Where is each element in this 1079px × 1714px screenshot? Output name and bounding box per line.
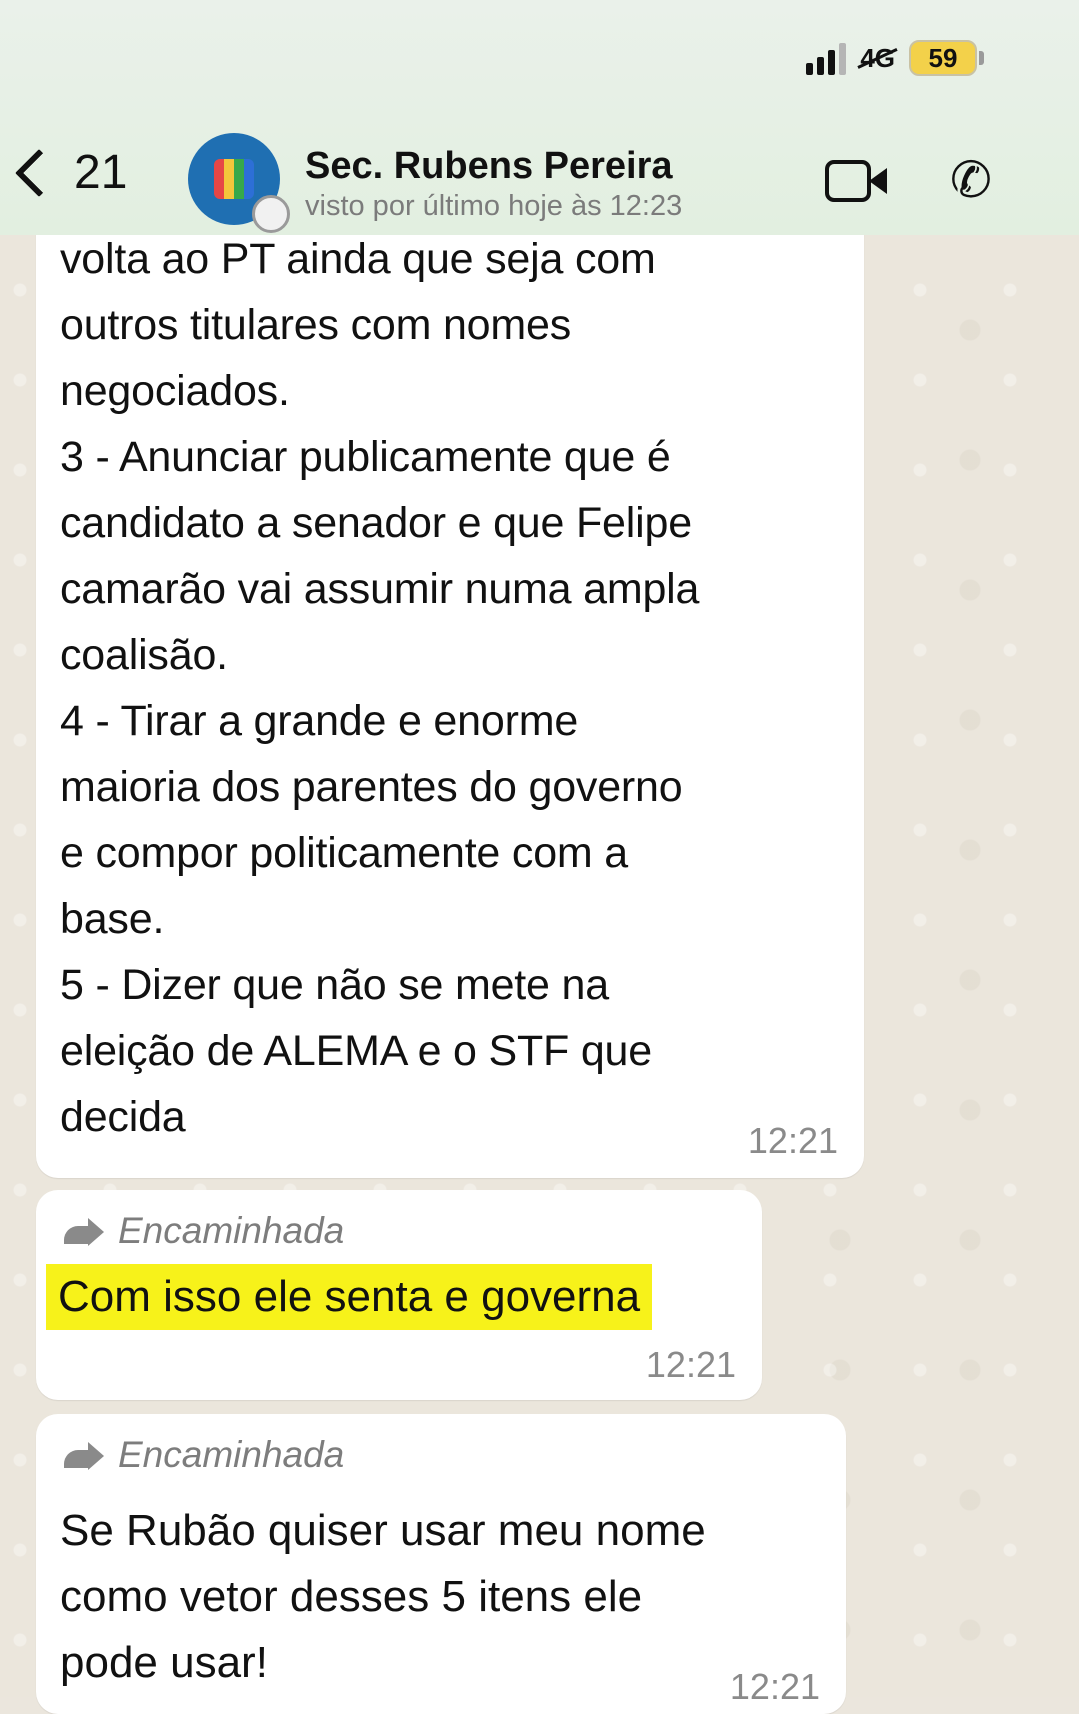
status-bar: 4G 59 (806, 40, 984, 76)
battery-icon: 59 (909, 40, 984, 76)
message-text: Se Rubão quiser usar meu nome como vetor… (60, 1506, 706, 1687)
network-icon: 4G (860, 42, 895, 73)
message-bubble-forwarded[interactable]: Encaminhada Com isso ele senta e governa… (36, 1190, 762, 1400)
back-button[interactable]: 21 (14, 145, 128, 200)
avatar-logo (214, 159, 254, 199)
video-call-icon[interactable] (825, 160, 887, 202)
forwarded-label: Encaminhada (64, 1434, 344, 1476)
timer-badge-icon (252, 195, 290, 233)
message-time: 12:21 (747, 1120, 838, 1161)
avatar[interactable] (188, 133, 290, 233)
forward-icon (64, 1218, 104, 1246)
contact-name[interactable]: Sec. Rubens Pereira (305, 145, 673, 188)
forwarded-label: Encaminhada (64, 1210, 344, 1252)
message-time: 12:21 (729, 1666, 820, 1707)
forwarded-text: Encaminhada (118, 1210, 345, 1251)
message-text: volta ao PT ainda que seja com outros ti… (60, 235, 700, 1141)
back-chevron-icon (14, 148, 64, 197)
last-seen-status: visto por último hoje às 12:23 (305, 190, 683, 222)
message-bubble[interactable]: volta ao PT ainda que seja com outros ti… (36, 200, 864, 1178)
message-time: 12:21 (645, 1344, 736, 1385)
forwarded-text: Encaminhada (118, 1434, 345, 1475)
battery-level: 59 (909, 40, 977, 76)
forward-icon (64, 1442, 104, 1470)
chat-header: 4G 59 21 Sec. Rubens Pereira visto por ú… (0, 0, 1079, 235)
phone-icon[interactable]: ✆ (950, 155, 992, 205)
signal-icon (806, 41, 847, 75)
highlighted-message-text: Com isso ele senta e governa (46, 1264, 653, 1330)
unread-count: 21 (74, 146, 128, 199)
message-bubble-forwarded[interactable]: Encaminhada Se Rubão quiser usar meu nom… (36, 1414, 846, 1714)
